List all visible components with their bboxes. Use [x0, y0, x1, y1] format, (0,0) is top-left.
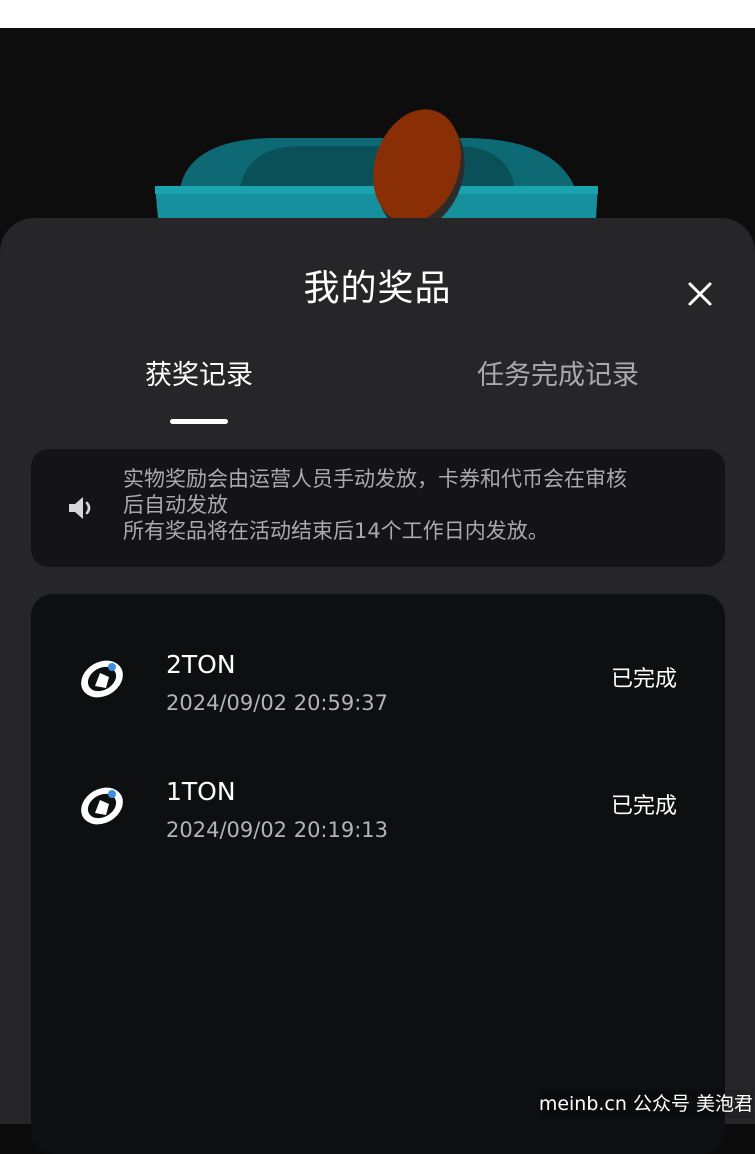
record-title: 2TON [166, 650, 236, 679]
record-time: 2024/09/02 20:59:37 [166, 691, 389, 715]
sheet-title: 我的奖品 [303, 268, 452, 309]
notice-text: 实物奖励会由运营人员手动发放，卡券和代币会在审核 后自动发放 所有奖品将在活动结… [123, 466, 693, 544]
status-bar [0, 0, 755, 28]
ton-coin-icon [81, 660, 123, 698]
speaker-icon [69, 497, 91, 519]
tab-prize-records[interactable]: 获奖记录 [145, 355, 253, 397]
ton-coin-icon [81, 787, 123, 825]
record-title: 1TON [166, 777, 236, 806]
record-time: 2024/09/02 20:19:13 [166, 818, 389, 842]
watermark-text: meinb.cn 公众号 美泡君 [538, 1090, 753, 1118]
close-icon[interactable] [680, 274, 720, 314]
record-status: 已完成 [611, 794, 678, 819]
notice-line: 后自动发放 [123, 493, 228, 517]
tab-task-records[interactable]: 任务完成记录 [477, 355, 639, 397]
record-status: 已完成 [611, 667, 678, 692]
notice-line: 实物奖励会由运营人员手动发放，卡券和代币会在审核 [123, 467, 627, 491]
active-tab-indicator [170, 419, 228, 424]
notice-line: 所有奖品将在活动结束后14个工作日内发放。 [123, 519, 549, 543]
